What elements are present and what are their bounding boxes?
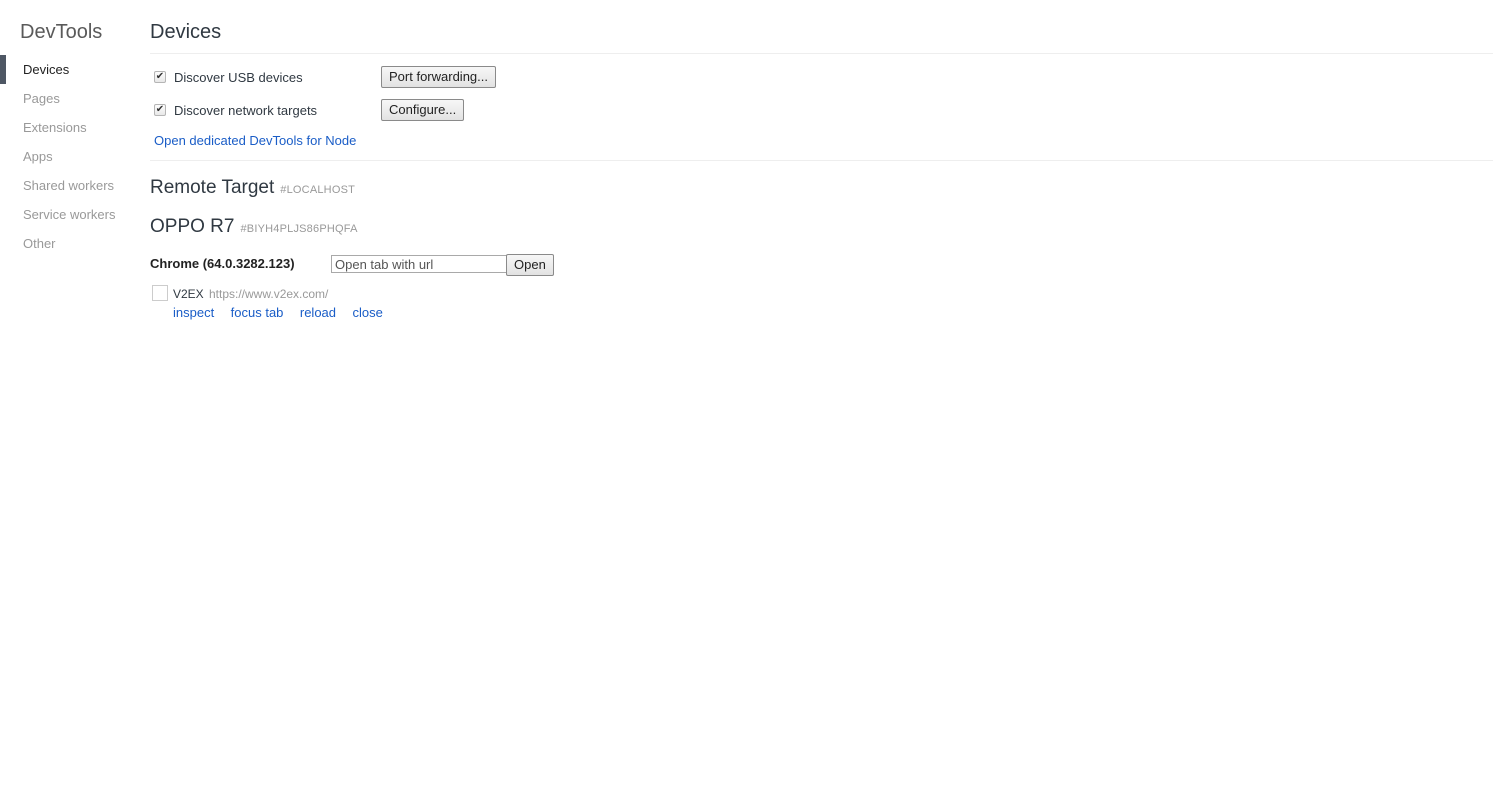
open-tab-button[interactable]: Open bbox=[506, 254, 554, 276]
open-node-devtools-link[interactable]: Open dedicated DevTools for Node bbox=[154, 133, 356, 148]
remote-target-host: #LOCALHOST bbox=[280, 184, 356, 196]
page-title: Devices bbox=[150, 21, 222, 43]
discover-usb-checkbox[interactable]: ✔ bbox=[154, 71, 166, 83]
port-forwarding-button[interactable]: Port forwarding... bbox=[381, 66, 496, 88]
discover-network-checkbox[interactable]: ✔ bbox=[154, 104, 166, 116]
sidebar-item-shared-workers[interactable]: Shared workers bbox=[0, 171, 140, 200]
device-name: OPPO R7 bbox=[150, 216, 235, 237]
target-item: V2EX https://www.v2ex.com/ inspect focus… bbox=[150, 284, 750, 324]
sidebar-item-extensions[interactable]: Extensions bbox=[0, 113, 140, 142]
sidebar-item-other[interactable]: Other bbox=[0, 229, 140, 258]
section-divider bbox=[150, 160, 1493, 161]
sidebar: DevTools Devices Pages Extensions Apps S… bbox=[0, 0, 140, 804]
focus-tab-link[interactable]: focus tab bbox=[231, 305, 284, 320]
inspect-link[interactable]: inspect bbox=[173, 305, 214, 320]
configure-button[interactable]: Configure... bbox=[381, 99, 465, 121]
devtools-inspect-page: DevTools Devices Pages Extensions Apps S… bbox=[0, 0, 1499, 804]
sidebar-nav: Devices Pages Extensions Apps Shared wor… bbox=[0, 55, 140, 258]
close-link[interactable]: close bbox=[352, 305, 382, 320]
discover-network-row: ✔ Discover network targets bbox=[154, 98, 317, 122]
browser-name: Chrome (64.0.3282.123) bbox=[150, 256, 295, 271]
browser-row: Chrome (64.0.3282.123) Open bbox=[150, 253, 750, 276]
checkmark-icon: ✔ bbox=[155, 71, 165, 82]
checkmark-icon: ✔ bbox=[155, 104, 165, 115]
remote-target-title: Remote Target bbox=[150, 177, 275, 198]
open-tab-url-input[interactable] bbox=[331, 255, 507, 273]
sidebar-item-apps[interactable]: Apps bbox=[0, 142, 140, 171]
app-title: DevTools bbox=[20, 21, 103, 43]
sidebar-item-devices[interactable]: Devices bbox=[0, 55, 140, 84]
target-name: V2EX bbox=[173, 287, 204, 301]
header-divider bbox=[150, 53, 1493, 54]
discover-network-label: Discover network targets bbox=[174, 102, 318, 118]
target-url: https://www.v2ex.com/ bbox=[209, 287, 329, 301]
reload-link[interactable]: reload bbox=[300, 305, 336, 320]
remote-target-heading: Remote Target #LOCALHOST bbox=[150, 176, 355, 202]
device-serial: #BIYH4PLJS86PHQFA bbox=[240, 223, 358, 235]
target-actions: inspect focus tab reload close bbox=[173, 304, 395, 322]
sidebar-item-service-workers[interactable]: Service workers bbox=[0, 200, 140, 229]
sidebar-item-pages[interactable]: Pages bbox=[0, 84, 140, 113]
main-content: Devices ✔ Discover USB devices Port forw… bbox=[150, 0, 1493, 804]
discover-usb-label: Discover USB devices bbox=[174, 69, 303, 85]
device-heading: OPPO R7 #BIYH4PLJS86PHQFA bbox=[150, 215, 358, 241]
page-thumbnail bbox=[152, 285, 168, 301]
discover-usb-row: ✔ Discover USB devices bbox=[154, 65, 303, 89]
